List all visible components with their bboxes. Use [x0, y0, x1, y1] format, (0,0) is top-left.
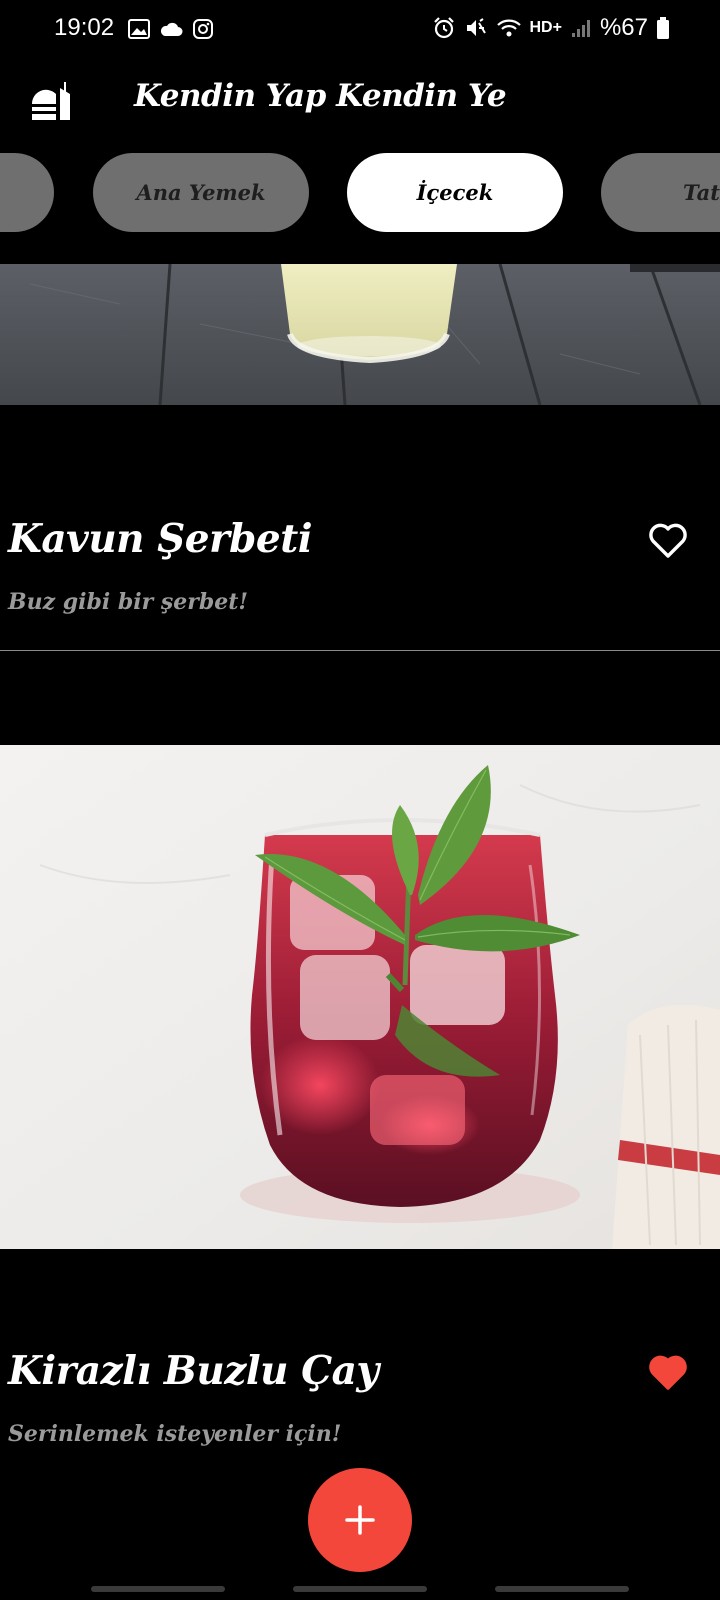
divider — [0, 650, 720, 651]
heart-outline-icon[interactable] — [646, 518, 690, 562]
nav-back-button[interactable] — [495, 1586, 629, 1592]
wifi-icon — [496, 19, 521, 37]
instagram-icon — [193, 19, 213, 39]
nav-home-button[interactable] — [293, 1586, 427, 1592]
battery-icon — [657, 17, 669, 39]
recipe-title[interactable]: Kirazlı Buzlu Çay — [8, 1348, 379, 1394]
recipe-subtitle: Buz gibi bir şerbet! — [8, 589, 249, 615]
category-chip-tatli[interactable]: Tatlı — [601, 153, 720, 232]
recipe-subtitle: Serinlemek isteyenler için! — [8, 1421, 342, 1447]
category-chips: Ana Yemek İçecek Tatlı — [0, 153, 720, 233]
category-chip-icecek[interactable]: İçecek — [347, 153, 563, 232]
battery-level: %67 — [599, 14, 648, 41]
recipe-photo-melon-sherbet — [0, 264, 720, 405]
status-bar: 19:02 HD+ %67 — [0, 0, 720, 60]
recipe-image[interactable] — [0, 745, 720, 1249]
food-icon — [31, 82, 70, 120]
nav-recents-button[interactable] — [91, 1586, 225, 1592]
recipe-image[interactable] — [0, 264, 720, 405]
app-bar: Kendin Yap Kendin Ye — [0, 60, 720, 148]
category-chip-ana-yemek[interactable]: Ana Yemek — [93, 153, 309, 232]
status-time: 19:02 — [54, 14, 115, 41]
add-recipe-button[interactable] — [308, 1468, 412, 1572]
app-title: Kendin Yap Kendin Ye — [134, 78, 507, 114]
status-left-icons — [128, 18, 214, 40]
network-type: HD+ — [529, 19, 562, 36]
navigation-bar — [0, 1580, 720, 1600]
alarm-icon — [433, 17, 454, 39]
recipe-photo-cherry-iced-tea — [0, 745, 720, 1249]
plus-icon — [345, 1505, 375, 1535]
recipe-title[interactable]: Kavun Şerbeti — [8, 516, 313, 562]
category-chip[interactable] — [0, 153, 54, 232]
signal-icon — [571, 20, 590, 37]
status-right-icons: HD+ %67 — [432, 14, 671, 42]
heart-filled-icon[interactable] — [646, 1350, 690, 1394]
cloud-icon — [160, 22, 183, 36]
gallery-icon — [128, 19, 150, 39]
mute-icon — [466, 18, 486, 36]
